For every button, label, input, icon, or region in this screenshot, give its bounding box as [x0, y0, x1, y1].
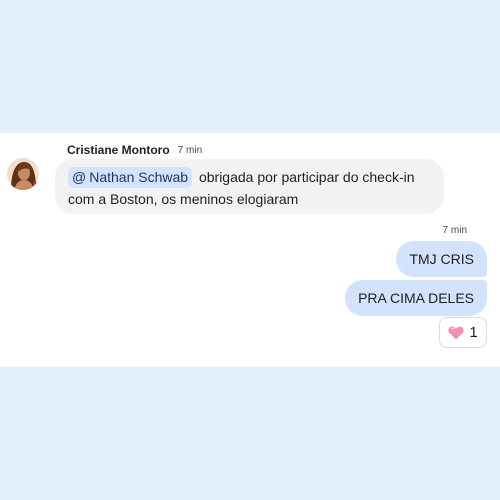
- message-text-line2: com a Boston, os meninos elogiaram: [68, 191, 299, 207]
- outgoing-message-text: PRA CIMA DELES: [358, 290, 474, 306]
- avatar-image: [7, 158, 39, 190]
- reaction-chip[interactable]: 1: [439, 317, 487, 348]
- mention-name: Nathan Schwab: [89, 169, 189, 185]
- incoming-message-bubble[interactable]: @ Nathan Schwab obrigada por participar d…: [55, 159, 444, 214]
- reaction-count: 1: [469, 324, 478, 341]
- outgoing-timestamp: 7 min: [442, 225, 467, 236]
- message-text-line1: obrigada por participar do check-in: [198, 169, 415, 185]
- mention-at-symbol: @: [72, 169, 87, 185]
- mention-chip[interactable]: @ Nathan Schwab: [68, 167, 193, 188]
- incoming-timestamp: 7 min: [177, 144, 203, 156]
- outgoing-message-bubble[interactable]: PRA CIMA DELES: [345, 280, 487, 316]
- avatar[interactable]: [7, 158, 39, 190]
- sender-name[interactable]: Cristiane Montoro: [67, 143, 170, 157]
- outgoing-message-text: TMJ CRIS: [409, 251, 474, 267]
- outgoing-message-bubble[interactable]: TMJ CRIS: [396, 241, 487, 277]
- pink-heart-icon: [448, 326, 464, 340]
- message-header: Cristiane Montoro 7 min: [67, 142, 202, 158]
